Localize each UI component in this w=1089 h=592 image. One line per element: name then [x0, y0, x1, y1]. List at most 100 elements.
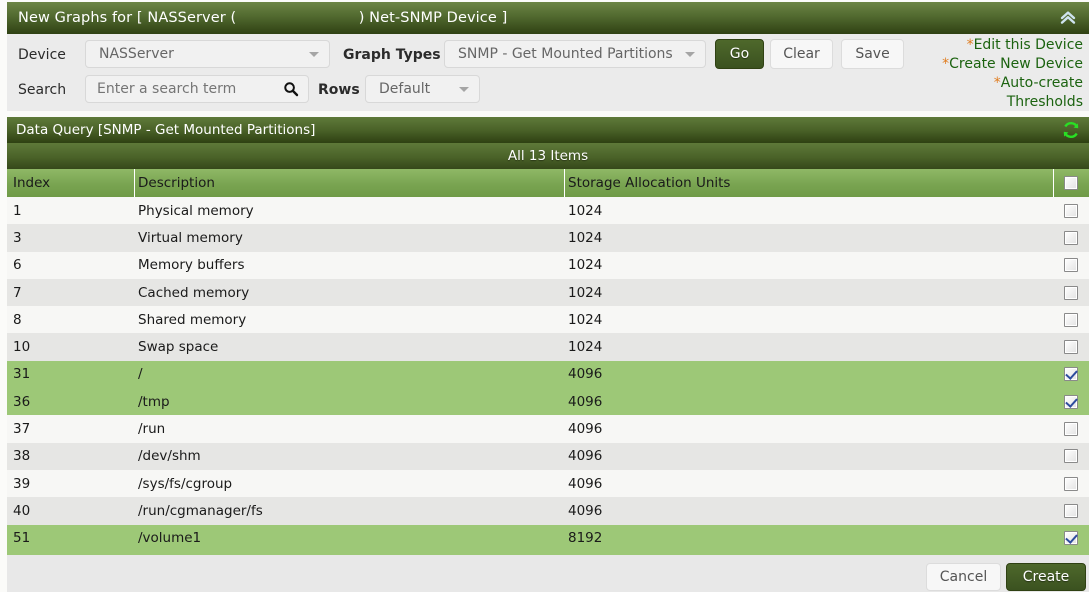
cell-description: Virtual memory [138, 230, 243, 246]
row-select-cell[interactable] [1053, 497, 1089, 524]
row-checkbox[interactable] [1064, 313, 1078, 327]
search-field[interactable] [85, 75, 309, 103]
table-row[interactable]: 40/run/cgmanager/fs 4096 [7, 497, 1089, 524]
cell-units: 1024 [568, 203, 602, 219]
row-select-cell[interactable] [1053, 443, 1089, 470]
table-header-row: Index Description Storage Allocation Uni… [7, 169, 1089, 197]
row-checkbox[interactable] [1064, 367, 1078, 381]
cell-index: 39 [13, 476, 30, 492]
cell-index: 6 [13, 257, 22, 273]
select-all-checkbox[interactable] [1064, 176, 1078, 190]
cell-index: 38 [13, 448, 30, 464]
chevron-double-up-icon[interactable] [1051, 2, 1085, 34]
chevron-down-icon [685, 52, 695, 57]
new-graphs-page: New Graphs for [ NASServer ( ) Net-SNMP … [0, 0, 1089, 592]
column-header-index[interactable]: Index [13, 175, 50, 191]
row-select-cell[interactable] [1053, 279, 1089, 306]
cell-description: Physical memory [138, 203, 254, 219]
table-row[interactable]: 39/sys/fs/cgroup 4096 [7, 470, 1089, 497]
cell-units: 4096 [568, 476, 602, 492]
cell-units: 4096 [568, 503, 602, 519]
cell-units: 4096 [568, 366, 602, 382]
device-action-links: *Edit this Device *Create New Device *Au… [823, 34, 1083, 112]
items-summary-text: All 13 Items [508, 148, 588, 164]
row-select-cell[interactable] [1053, 333, 1089, 360]
cancel-button[interactable]: Cancel [926, 563, 1001, 591]
table-row[interactable]: 7Cached memory1024 [7, 279, 1089, 306]
select-all-cell[interactable] [1053, 169, 1089, 197]
cell-units: 1024 [568, 312, 602, 328]
rows-select-value: Default [366, 81, 430, 97]
row-checkbox[interactable] [1064, 340, 1078, 354]
table-row[interactable]: 6Memory buffers1024 [7, 252, 1089, 279]
cell-index: 7 [13, 285, 22, 301]
row-checkbox[interactable] [1064, 477, 1078, 491]
table-row[interactable]: 31/4096 [7, 361, 1089, 388]
cell-description: /sys/fs/cgroup [138, 476, 232, 492]
table-row[interactable]: 51/volume18192 [7, 525, 1089, 552]
column-header-description[interactable]: Description [138, 175, 215, 191]
table-row[interactable]: 36/tmp4096 [7, 388, 1089, 415]
data-query-title: Data Query [SNMP - Get Mounted Partition… [7, 122, 315, 138]
row-checkbox[interactable] [1064, 449, 1078, 463]
asterisk-marker: * [994, 75, 1001, 91]
row-checkbox[interactable] [1064, 258, 1078, 272]
row-select-cell[interactable] [1053, 525, 1089, 552]
table-row[interactable]: 10Swap space1024 [7, 333, 1089, 360]
device-select[interactable]: NASServer [85, 40, 330, 68]
row-checkbox[interactable] [1064, 422, 1078, 436]
row-checkbox[interactable] [1064, 231, 1078, 245]
row-select-cell[interactable] [1053, 306, 1089, 333]
auto-create-thresholds-link-2[interactable]: Thresholds [1007, 94, 1083, 110]
row-select-cell[interactable] [1053, 224, 1089, 251]
items-summary-bar: All 13 Items [7, 143, 1089, 169]
data-query-header: Data Query [SNMP - Get Mounted Partition… [7, 117, 1089, 143]
row-select-cell[interactable] [1053, 470, 1089, 497]
row-select-cell[interactable] [1053, 252, 1089, 279]
table-row[interactable]: 1Physical memory1024 [7, 197, 1089, 224]
device-label: Device [18, 47, 66, 63]
search-label: Search [18, 82, 66, 98]
row-select-cell[interactable] [1053, 415, 1089, 442]
column-header-units[interactable]: Storage Allocation Units [568, 175, 730, 191]
cell-index: 40 [13, 503, 30, 519]
table-row[interactable]: 38/dev/shm4096 [7, 443, 1089, 470]
cell-index: 8 [13, 312, 22, 328]
row-select-cell[interactable] [1053, 197, 1089, 224]
table-row[interactable]: 8Shared memory1024 [7, 306, 1089, 333]
graph-types-select[interactable]: SNMP - Get Mounted Partitions [444, 40, 706, 68]
create-button[interactable]: Create [1006, 563, 1086, 591]
cell-description: Memory buffers [138, 257, 245, 273]
table-row[interactable]: 37/run4096 [7, 415, 1089, 442]
asterisk-marker: * [967, 37, 974, 53]
cell-description: /run/cgmanager/fs [138, 503, 263, 519]
data-query-table: Index Description Storage Allocation Uni… [7, 169, 1089, 552]
auto-create-thresholds-link[interactable]: Auto-create [1001, 75, 1083, 91]
cell-index: 37 [13, 421, 30, 437]
row-checkbox[interactable] [1064, 395, 1078, 409]
create-new-device-link[interactable]: Create New Device [949, 56, 1083, 72]
table-bottom-border [7, 552, 1089, 555]
row-checkbox[interactable] [1064, 286, 1078, 300]
cell-description: Cached memory [138, 285, 249, 301]
row-checkbox[interactable] [1064, 204, 1078, 218]
row-select-cell[interactable] [1053, 388, 1089, 415]
cell-index: 10 [13, 339, 30, 355]
search-input[interactable] [86, 76, 271, 102]
graph-types-select-value: SNMP - Get Mounted Partitions [445, 46, 673, 62]
cell-description: /dev/shm [138, 448, 201, 464]
row-checkbox[interactable] [1064, 504, 1078, 518]
cell-units: 1024 [568, 339, 602, 355]
column-divider [564, 169, 565, 197]
row-select-cell[interactable] [1053, 361, 1089, 388]
go-button[interactable]: Go [715, 39, 764, 69]
cell-description: /tmp [138, 394, 170, 410]
table-row[interactable]: 3Virtual memory1024 [7, 224, 1089, 251]
edit-this-device-link[interactable]: Edit this Device [974, 37, 1083, 53]
cell-units: 1024 [568, 230, 602, 246]
rows-select[interactable]: Default [365, 75, 480, 103]
row-checkbox[interactable] [1064, 531, 1078, 545]
chevron-down-icon [459, 87, 469, 92]
refresh-icon[interactable] [1061, 120, 1081, 140]
cell-index: 31 [13, 366, 30, 382]
